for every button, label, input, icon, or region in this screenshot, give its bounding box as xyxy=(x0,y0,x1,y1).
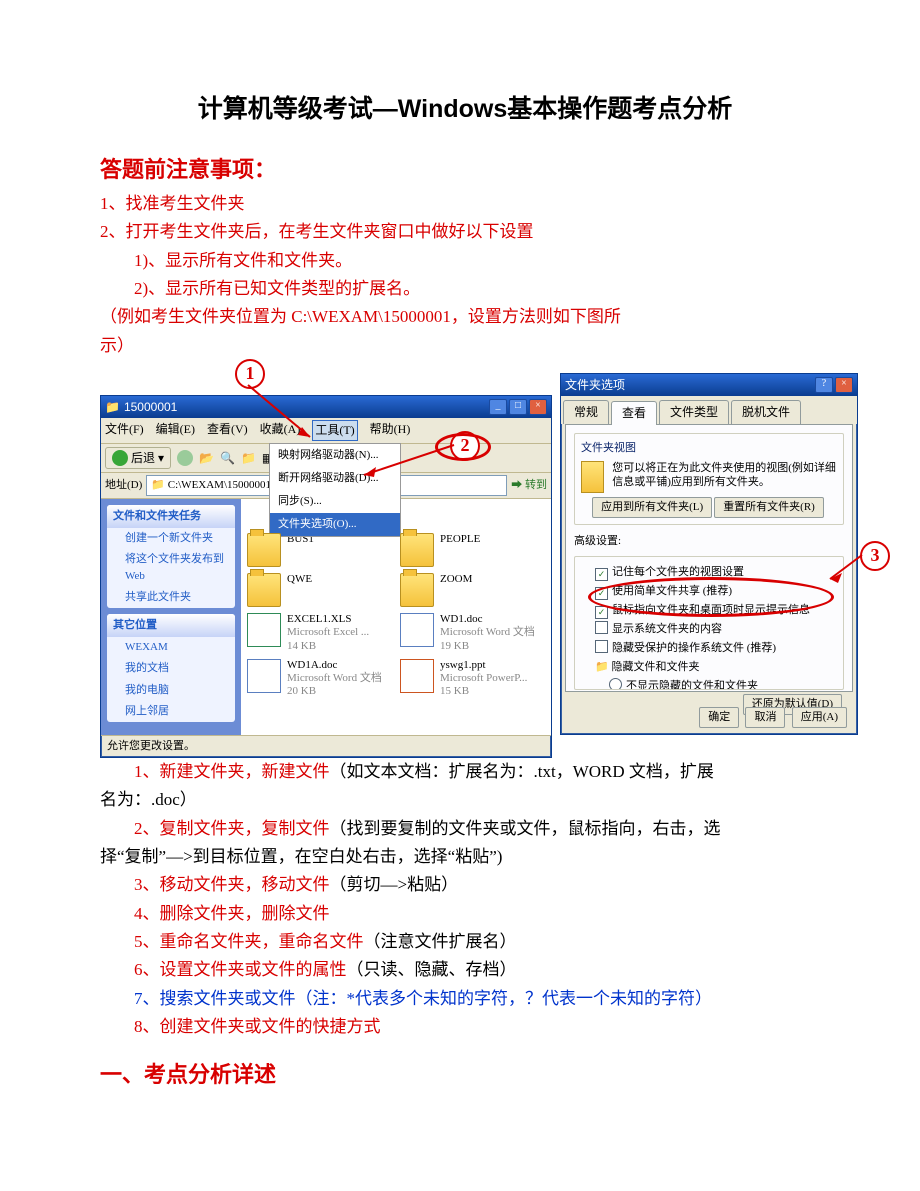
folders-button[interactable]: 📁 xyxy=(241,449,256,468)
statusbar: 允许您更改设置。 xyxy=(101,735,551,757)
sidebar-other-mypc[interactable]: 我的电脑 xyxy=(107,680,235,701)
pre-line-3a: （例如考生文件夹位置为 C:\WEXAM\15000001，设置方法则如下图所 xyxy=(100,304,830,330)
file-item[interactable]: yswg1.pptMicrosoft PowerP...15 KB xyxy=(400,659,545,699)
ov-2b: 择“复制”—>到目标位置，在空白处右击，选择“粘贴”) xyxy=(100,844,830,870)
file-item[interactable]: EXCEL1.XLSMicrosoft Excel ...14 KB xyxy=(247,613,392,653)
ov-1: 1、新建文件夹，新建文件（如文本文档：扩展名为：.txt，WORD 文档，扩展 xyxy=(100,759,830,785)
folder-icon xyxy=(400,533,434,567)
menu-help[interactable]: 帮助(H) xyxy=(370,420,411,441)
menu-file[interactable]: 文件(F) xyxy=(105,420,144,441)
heading-precautions: 答题前注意事项： xyxy=(100,153,830,187)
sidebar-task-new[interactable]: 创建一个新文件夹 xyxy=(107,528,235,549)
ov-1b: 名为：.doc） xyxy=(100,787,830,813)
folder-icon xyxy=(247,533,281,567)
tree-item[interactable]: 隐藏受保护的操作系统文件 (推荐) xyxy=(581,639,837,658)
heading-detail: 一、考点分析详述 xyxy=(100,1058,830,1092)
doc-icon xyxy=(400,613,434,647)
file-item[interactable]: ZOOM xyxy=(400,573,545,607)
window-title: 15000001 xyxy=(124,398,177,417)
ov-6: 6、设置文件夹或文件的属性（只读、隐藏、存档） xyxy=(100,957,830,983)
menu-item-folderoptions[interactable]: 文件夹选项(O)... xyxy=(270,513,400,536)
tabstrip: 常规 查看 文件类型 脱机文件 xyxy=(561,396,857,424)
sidebar-other-net[interactable]: 网上邻居 xyxy=(107,701,235,722)
sidebar-other-header[interactable]: 其它位置 xyxy=(107,614,235,637)
folder-icon xyxy=(581,461,604,493)
addr-label: 地址(D) xyxy=(105,477,142,494)
apply-button[interactable]: 应用(A) xyxy=(792,707,847,728)
back-button[interactable]: 后退▾ xyxy=(105,447,171,470)
screenshot-figure: 📁15000001 _ □ × 文件(F) 编辑(E) 查看(V) 收藏(A) … xyxy=(100,373,830,703)
apply-all-button[interactable]: 应用到所有文件夹(L) xyxy=(592,497,712,518)
menu-item[interactable]: 同步(S)... xyxy=(270,490,400,513)
pre-line-3b: 示） xyxy=(100,333,830,359)
doc-icon xyxy=(247,659,281,693)
advanced-tree[interactable]: ✓记住每个文件夹的视图设置 ✓使用简单文件共享 (推荐) ✓鼠标指向文件夹和桌面… xyxy=(574,556,844,690)
file-item[interactable]: BUS1 xyxy=(247,533,392,567)
tab-offline[interactable]: 脱机文件 xyxy=(731,400,801,424)
folder-icon xyxy=(400,573,434,607)
folder-icon: 📁 xyxy=(105,398,120,417)
tab-body: 文件夹视图 您可以将正在为此文件夹使用的视图(例如详细信息或平铺)应用到所有文件… xyxy=(565,424,853,692)
sidebar: 文件和文件夹任务 创建一个新文件夹 将这个文件夹发布到 Web 共享此文件夹 其… xyxy=(101,499,241,735)
folder-options-dialog: 文件夹选项 ? × 常规 查看 文件类型 脱机文件 文件夹视图 您可以将正在为此… xyxy=(560,373,858,735)
pre-line-1: 1、找准考生文件夹 xyxy=(100,191,830,217)
ok-button[interactable]: 确定 xyxy=(699,707,739,728)
file-item[interactable]: PEOPLE xyxy=(400,533,545,567)
tree-item[interactable]: 显示系统文件夹的内容 xyxy=(581,620,837,639)
cancel-button[interactable]: 取消 xyxy=(745,707,785,728)
adv-label: 高级设置: xyxy=(574,533,844,550)
highlight-ring-3 xyxy=(588,577,834,617)
sidebar-task-publish[interactable]: 将这个文件夹发布到 Web xyxy=(107,549,235,587)
tree-header: 📁 隐藏文件和文件夹 xyxy=(581,658,837,677)
dropdown-icon: ▾ xyxy=(158,449,164,468)
up-button[interactable]: 📂 xyxy=(199,449,214,468)
addr-text: C:\WEXAM\15000001 xyxy=(168,479,271,491)
ov-3: 3、移动文件夹，移动文件（剪切—>粘贴） xyxy=(100,872,830,898)
file-item[interactable]: WD1.docMicrosoft Word 文档19 KB xyxy=(400,613,545,653)
dialog-title: 文件夹选项 xyxy=(565,376,625,395)
file-item[interactable]: WD1A.docMicrosoft Word 文档20 KB xyxy=(247,659,392,699)
group-text: 您可以将正在为此文件夹使用的视图(例如详细信息或平铺)应用到所有文件夹。 xyxy=(612,461,837,490)
tab-view[interactable]: 查看 xyxy=(611,401,657,425)
back-icon xyxy=(112,450,128,466)
sidebar-other-wexam[interactable]: WEXAM xyxy=(107,637,235,658)
dialog-close-button[interactable]: × xyxy=(835,377,853,393)
file-item[interactable]: QWE xyxy=(247,573,392,607)
file-pane[interactable]: 映射网络驱动器(N)... 断开网络驱动器(D)... 同步(S)... 文件夹… xyxy=(241,499,551,735)
back-label: 后退 xyxy=(131,449,155,468)
ov-5: 5、重命名文件夹，重命名文件（注意文件扩展名） xyxy=(100,929,830,955)
sidebar-task-share[interactable]: 共享此文件夹 xyxy=(107,587,235,608)
close-button[interactable]: × xyxy=(529,399,547,415)
ppt-icon xyxy=(400,659,434,693)
arrow-1 xyxy=(248,385,338,445)
ov-4: 4、删除文件夹，删除文件 xyxy=(100,901,830,927)
sidebar-tasks-header[interactable]: 文件和文件夹任务 xyxy=(107,505,235,528)
go-button[interactable]: ➡ 转到 xyxy=(511,477,547,494)
sidebar-other-mydocs[interactable]: 我的文档 xyxy=(107,658,235,679)
menu-view[interactable]: 查看(V) xyxy=(207,420,248,441)
tab-general[interactable]: 常规 xyxy=(563,400,609,424)
reset-all-button[interactable]: 重置所有文件夹(R) xyxy=(714,497,824,518)
highlight-ring-2 xyxy=(435,433,491,461)
xls-icon xyxy=(247,613,281,647)
ov-8: 8、创建文件夹或文件的快捷方式 xyxy=(100,1014,830,1040)
group-title: 文件夹视图 xyxy=(581,440,837,457)
arrow-3 xyxy=(826,555,866,585)
ov-7: 7、搜索文件夹或文件（注：*代表多个未知的字符，？代表一个未知的字符） xyxy=(100,986,830,1012)
tree-item[interactable]: 不显示隐藏的文件和文件夹 xyxy=(581,677,837,690)
search-button[interactable]: 🔍 xyxy=(220,449,235,468)
ov-2: 2、复制文件夹，复制文件（找到要复制的文件夹或文件，鼠标指向，右击，选 xyxy=(100,816,830,842)
minimize-button[interactable]: _ xyxy=(489,399,507,415)
tab-filetypes[interactable]: 文件类型 xyxy=(659,400,729,424)
forward-button[interactable] xyxy=(177,450,193,466)
dialog-titlebar: 文件夹选项 ? × xyxy=(561,374,857,396)
pre-line-2a: 1)、显示所有文件和文件夹。 xyxy=(100,248,830,274)
menu-edit[interactable]: 编辑(E) xyxy=(156,420,195,441)
pre-line-2b: 2)、显示所有已知文件类型的扩展名。 xyxy=(100,276,830,302)
maximize-button[interactable]: □ xyxy=(509,399,527,415)
pre-line-2: 2、打开考生文件夹后，在考生文件夹窗口中做好以下设置 xyxy=(100,219,830,245)
page-title: 计算机等级考试—Windows基本操作题考点分析 xyxy=(100,90,830,129)
help-button[interactable]: ? xyxy=(815,377,833,393)
folder-icon xyxy=(247,573,281,607)
